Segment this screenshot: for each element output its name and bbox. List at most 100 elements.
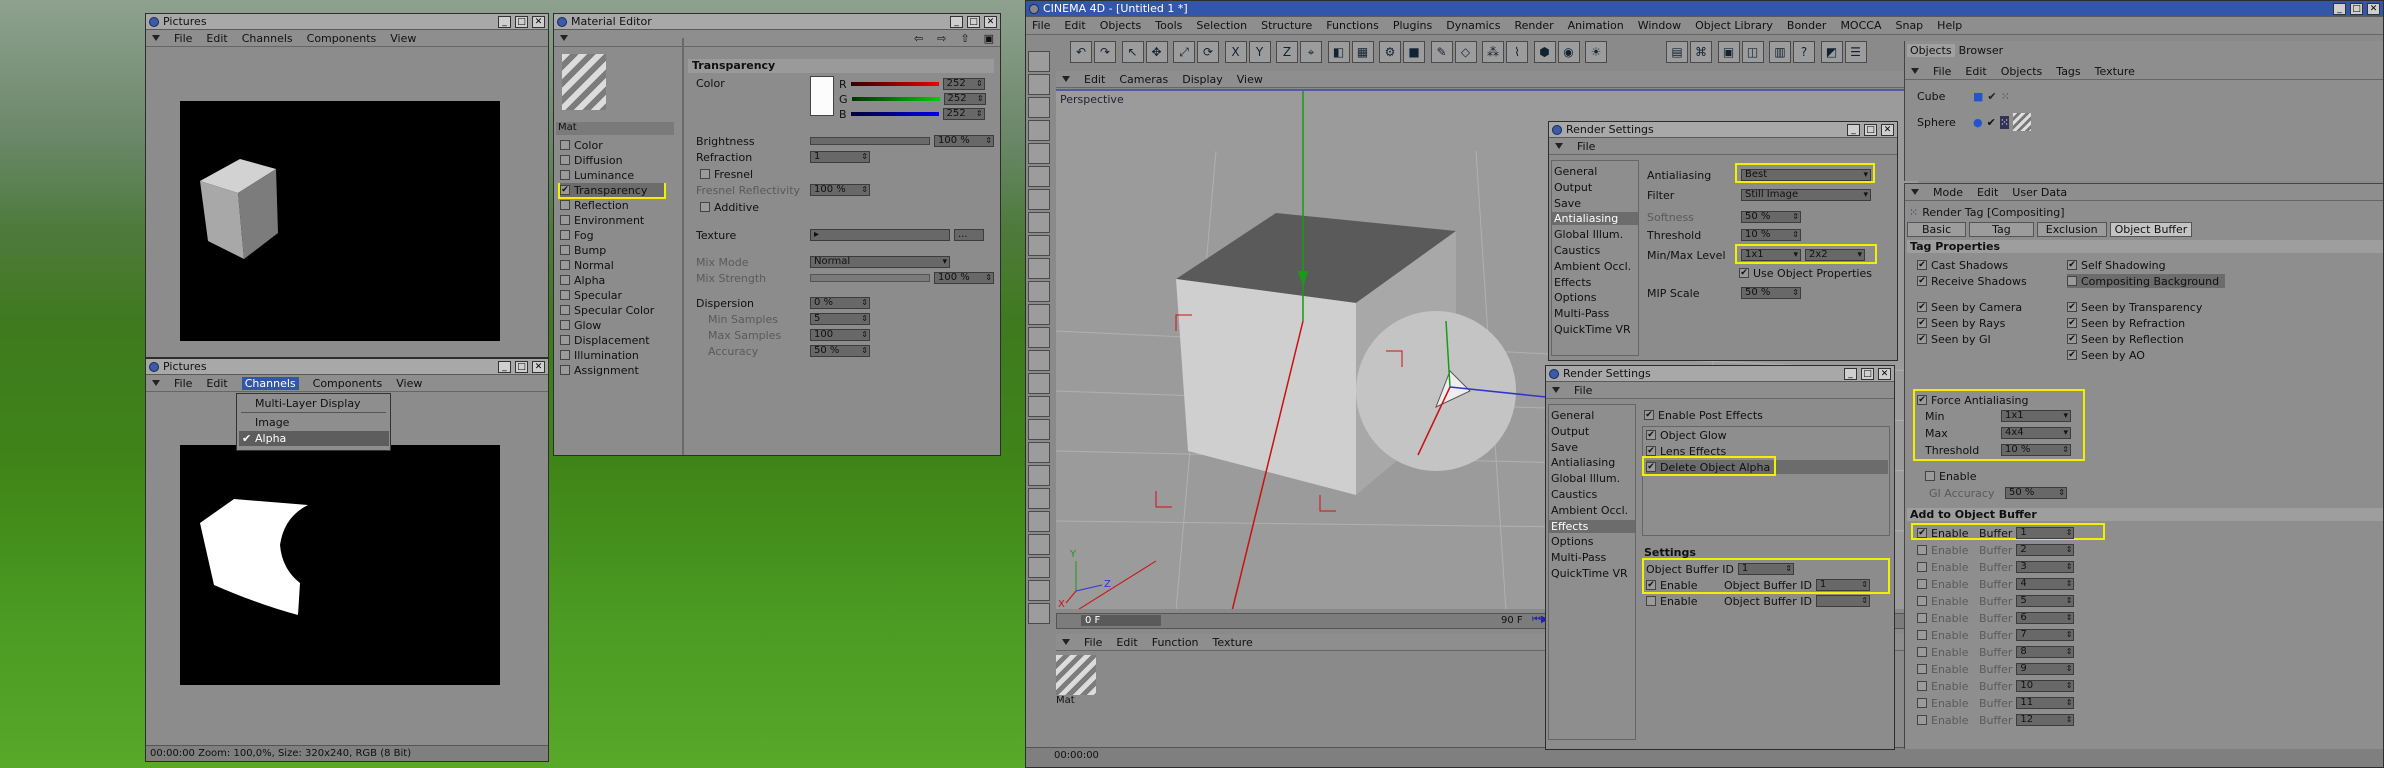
mix-strength-slider[interactable]: [810, 274, 930, 282]
rs-sidebar-effects[interactable]: Effects: [1552, 276, 1638, 289]
obj-menu-tags[interactable]: Tags: [2056, 65, 2080, 78]
buffer-row-3[interactable]: Enable Buffer 3: [1917, 560, 2075, 574]
mat-menu-texture[interactable]: Texture: [1213, 636, 1253, 649]
tool-extrude-icon[interactable]: [1028, 396, 1050, 417]
title-bar[interactable]: Render Settings _ □ ✕: [1549, 122, 1897, 138]
layout-icon-3[interactable]: ▣: [1717, 41, 1740, 63]
gi-accuracy-value[interactable]: 50 %: [2005, 487, 2067, 499]
rs-sidebar-quicktime-vr[interactable]: QuickTime VR: [1552, 323, 1638, 336]
layout-icon-6[interactable]: ?: [1793, 41, 1815, 63]
tool-object-icon[interactable]: [1028, 166, 1050, 187]
channel-row-glow[interactable]: Glow: [560, 318, 601, 332]
tag-opt-checkbox[interactable]: ✔: [2067, 334, 2077, 344]
rs-sidebar-antialiasing[interactable]: Antialiasing: [1552, 212, 1638, 226]
render-view-icon[interactable]: ◧: [1327, 41, 1350, 63]
viewport-menu-icon[interactable]: [1062, 76, 1070, 82]
menu-edit[interactable]: Edit: [206, 32, 227, 45]
material-menu-icon[interactable]: [1062, 639, 1070, 645]
menu-components[interactable]: Components: [313, 377, 383, 390]
color-swatch[interactable]: [810, 76, 834, 116]
scene-icon[interactable]: ⬢: [1533, 41, 1556, 63]
maximize-button[interactable]: □: [515, 360, 528, 373]
tag-opt-cast-shadows[interactable]: ✔ Cast Shadows: [1917, 258, 2008, 272]
tab-basic[interactable]: Basic: [1907, 222, 1967, 237]
material-thumb[interactable]: Mat: [1056, 655, 1098, 713]
buffer-row-7[interactable]: Enable Buffer 7: [1917, 628, 2075, 642]
tag-opt-checkbox[interactable]: ✔: [1917, 260, 1927, 270]
tool-bridge-icon[interactable]: [1028, 442, 1050, 463]
deformer-icon[interactable]: ⌇: [1506, 41, 1528, 63]
tool-select-icon[interactable]: [1028, 51, 1050, 72]
channel-checkbox[interactable]: [560, 215, 570, 225]
channel-row-fog[interactable]: Fog: [560, 228, 594, 242]
attributes-menu-icon[interactable]: [1911, 189, 1919, 195]
buffer-value[interactable]: 9: [2016, 663, 2075, 675]
channel-checkbox[interactable]: [560, 305, 570, 315]
rs-sidebar-options[interactable]: Options: [1552, 291, 1638, 304]
buffer-value[interactable]: 10: [2016, 680, 2075, 692]
tab-objects[interactable]: Objects: [1907, 44, 1955, 57]
back-arrow-icon[interactable]: ⇦: [914, 32, 923, 45]
pen-icon[interactable]: ✎: [1430, 41, 1453, 63]
coord-icon[interactable]: ⌖: [1300, 41, 1322, 63]
maximize-button[interactable]: □: [967, 15, 980, 28]
minimize-button[interactable]: _: [2333, 2, 2346, 15]
tool-brush-icon[interactable]: [1028, 373, 1050, 394]
menu-channels[interactable]: Channels: [241, 376, 299, 390]
main-menu-tools[interactable]: Tools: [1155, 19, 1182, 32]
x-axis-icon[interactable]: X: [1224, 41, 1247, 63]
tab-tag[interactable]: Tag: [1969, 222, 2034, 237]
buffer-value[interactable]: 7: [2016, 629, 2075, 641]
tag-opt-seen-by-rays[interactable]: ✔ Seen by Rays: [1917, 316, 2005, 330]
buffer-row-5[interactable]: Enable Buffer 5: [1917, 594, 2075, 608]
r-value[interactable]: 252: [942, 78, 985, 90]
buffer-value[interactable]: 5: [2016, 595, 2075, 607]
menu-triangle-icon[interactable]: [152, 380, 160, 386]
layout-icon-7[interactable]: ◩: [1820, 41, 1843, 63]
maximize-button[interactable]: □: [2350, 2, 2363, 15]
buffer-enable-checkbox[interactable]: [1917, 613, 1927, 623]
brightness-value[interactable]: 100 %: [934, 135, 994, 147]
buffer-row-9[interactable]: Enable Buffer 9: [1917, 662, 2075, 676]
light-icon[interactable]: ☀: [1585, 41, 1607, 63]
channel-checkbox[interactable]: [560, 170, 570, 180]
buffer-row-1[interactable]: ✔ Enable Buffer 1: [1917, 526, 2075, 540]
tool-model-icon[interactable]: [1028, 143, 1050, 164]
fresnel-refl-value[interactable]: 100 %: [810, 184, 870, 196]
title-bar[interactable]: Pictures _ □ ✕: [146, 359, 548, 375]
tag-opt-checkbox[interactable]: ✔: [2067, 260, 2077, 270]
buffer-row-2[interactable]: Enable Buffer 2: [1917, 543, 2075, 557]
buffer-enable-checkbox[interactable]: [1917, 698, 1927, 708]
tool-edges-icon[interactable]: [1028, 258, 1050, 279]
r-slider[interactable]: [850, 82, 939, 86]
rs-sidebar-ambient-occl-[interactable]: Ambient Occl.: [1549, 504, 1635, 517]
rs-sidebar-global-illum-[interactable]: Global Illum.: [1549, 472, 1635, 485]
tool-polygons-icon[interactable]: [1028, 281, 1050, 302]
dropdown-alpha-row[interactable]: ✔ Alpha: [239, 431, 389, 446]
buffer-enable-checkbox[interactable]: [1917, 545, 1927, 555]
rs-sidebar-caustics[interactable]: Caustics: [1549, 488, 1635, 501]
channel-row-assignment[interactable]: Assignment: [560, 363, 639, 377]
menu-triangle-icon[interactable]: [152, 35, 160, 41]
channel-row-reflection[interactable]: Reflection: [560, 198, 629, 212]
additive-checkbox[interactable]: [700, 202, 710, 212]
attr-menu-mode[interactable]: Mode: [1933, 186, 1963, 199]
main-menu-snap[interactable]: Snap: [1895, 19, 1923, 32]
rotate-icon[interactable]: ⟳: [1197, 41, 1219, 63]
title-bar[interactable]: CINEMA 4D - [Untitled 1 *] _ □ ✕: [1026, 1, 2383, 17]
tag-opt-checkbox[interactable]: ✔: [1917, 276, 1927, 286]
menu-triangle-icon[interactable]: [1555, 143, 1563, 149]
channel-checkbox[interactable]: [560, 335, 570, 345]
main-menu-render[interactable]: Render: [1514, 19, 1553, 32]
main-menu-functions[interactable]: Functions: [1326, 19, 1379, 32]
close-button[interactable]: ✕: [1878, 367, 1891, 380]
rs-sidebar-multi-pass[interactable]: Multi-Pass: [1552, 307, 1638, 320]
tag-opt-seen-by-transparency[interactable]: ✔ Seen by Transparency: [2067, 300, 2202, 314]
buffer-enable-checkbox[interactable]: [1917, 562, 1927, 572]
rs-sidebar-caustics[interactable]: Caustics: [1552, 244, 1638, 257]
channel-row-luminance[interactable]: Luminance: [560, 168, 634, 182]
brightness-slider[interactable]: [810, 137, 930, 145]
undo-icon[interactable]: ↶: [1070, 41, 1092, 63]
buffer-value[interactable]: 11: [2016, 697, 2075, 709]
obj-menu-texture[interactable]: Texture: [2095, 65, 2135, 78]
